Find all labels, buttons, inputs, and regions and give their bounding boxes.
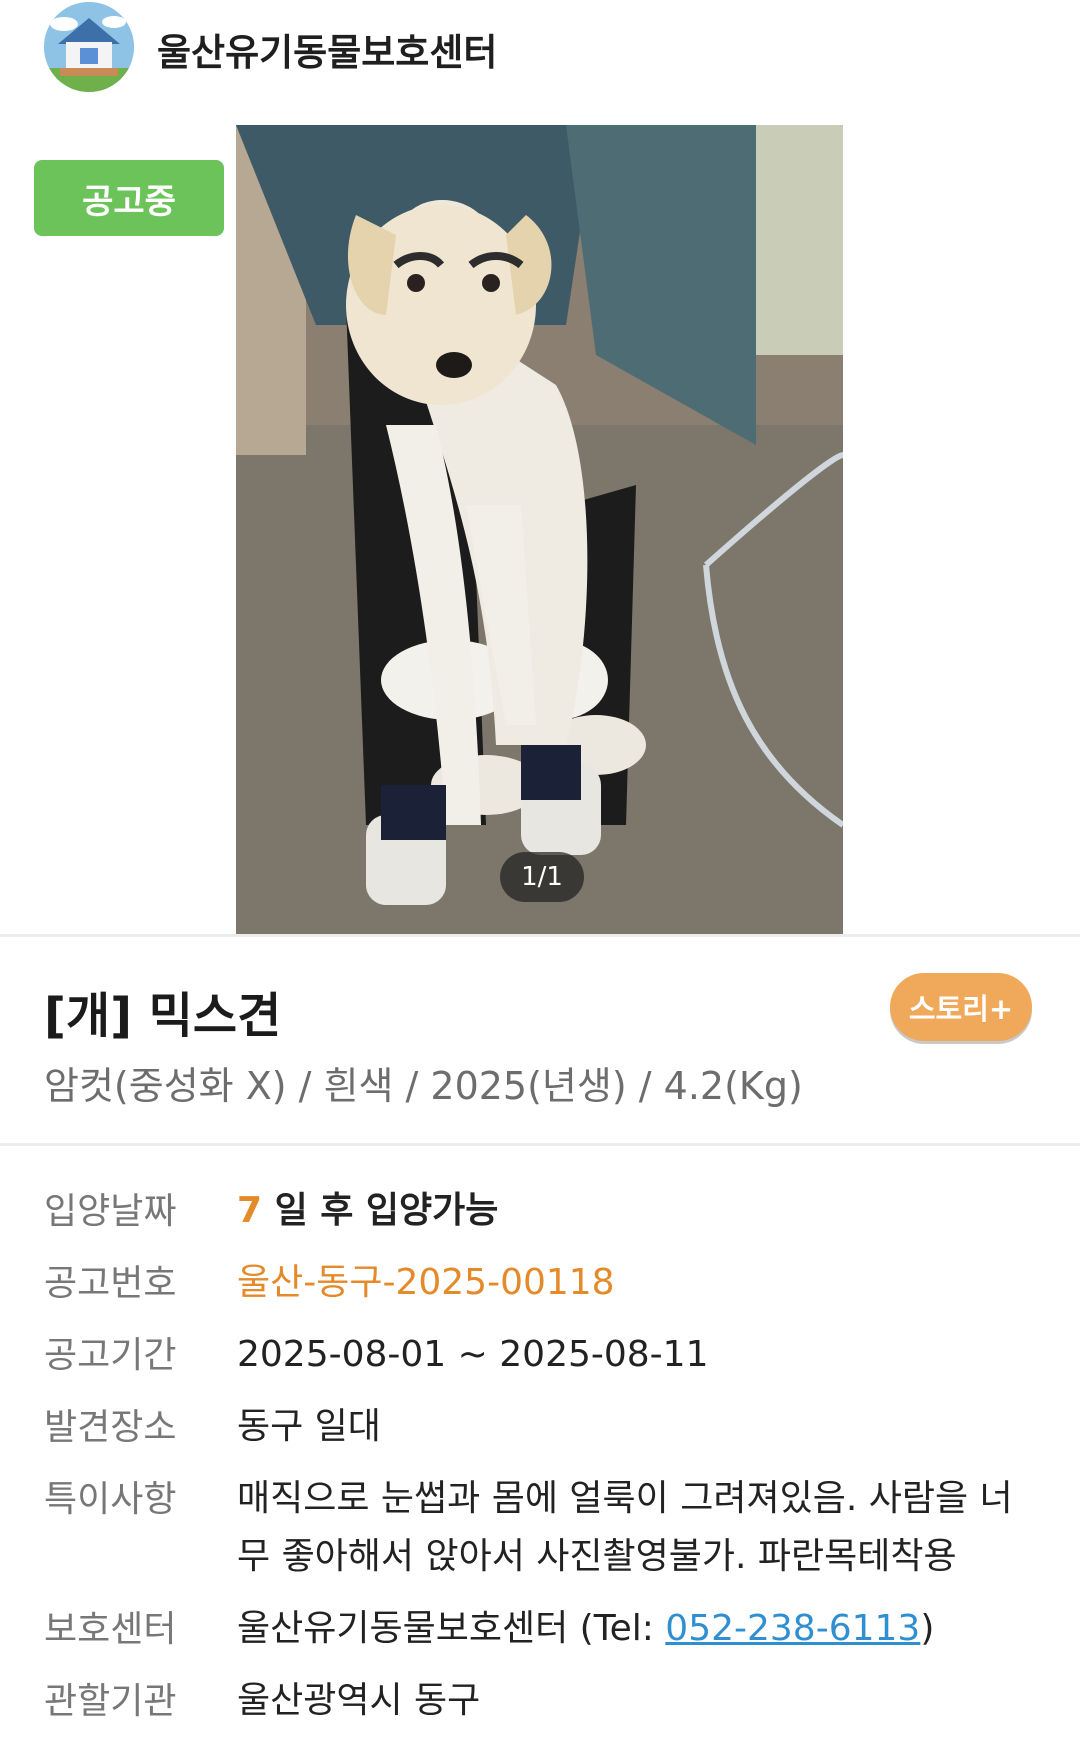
dog-photo-image: [236, 125, 843, 935]
shelter-tel-link[interactable]: 052-238-6113: [665, 1608, 920, 1649]
found-place-label: 발견장소: [44, 1407, 177, 1448]
photo-counter: 1/1: [500, 852, 584, 902]
animal-summary: 암컷(중성화 X) / 흰색 / 2025(년생) / 4.2(Kg): [44, 1064, 803, 1108]
period-label: 공고기간: [44, 1335, 177, 1376]
section-divider: [0, 934, 1080, 937]
shelter-tel-suffix: ): [920, 1608, 935, 1649]
house-icon: [44, 2, 134, 92]
shelter-value: 울산유기동물보호센터 (Tel: 052-238-6113): [237, 1600, 1037, 1658]
adoption-days-suffix: 일 후 입양가능: [274, 1190, 499, 1231]
notice-no-label: 공고번호: [44, 1263, 177, 1304]
shelter-title: 울산유기동물보호센터: [157, 31, 498, 74]
authority-value: 울산광역시 동구: [237, 1680, 481, 1721]
found-place-value: 동구 일대: [237, 1406, 381, 1447]
adoption-date-label: 입양날짜: [44, 1191, 177, 1232]
shelter-label: 보호센터: [44, 1609, 177, 1650]
section-divider: [0, 1143, 1080, 1146]
story-button[interactable]: 스토리+: [890, 973, 1032, 1041]
animal-title: [개] 믹스견: [44, 988, 282, 1044]
notice-no-value: 울산-동구-2025-00118: [237, 1262, 615, 1303]
shelter-name: 울산유기동물보호센터: [237, 1608, 569, 1649]
notes-value: 매직으로 눈썹과 몸에 얼룩이 그려져있음. 사람을 너무 좋아해서 앉아서 사…: [237, 1478, 1013, 1577]
notes-label: 특이사항: [44, 1479, 177, 1520]
adoption-days: 7: [237, 1190, 263, 1231]
period-value: 2025-08-01 ~ 2025-08-11: [237, 1334, 709, 1375]
shelter-tel-prefix: (Tel:: [579, 1608, 666, 1649]
animal-photo[interactable]: [236, 125, 843, 935]
adoption-date-value: 7 일 후 입양가능: [237, 1182, 1037, 1240]
header: 울산유기동물보호센터: [0, 0, 1080, 100]
authority-label: 관할기관: [44, 1681, 177, 1722]
status-badge: 공고중: [34, 160, 224, 236]
shelter-avatar[interactable]: [44, 2, 134, 92]
